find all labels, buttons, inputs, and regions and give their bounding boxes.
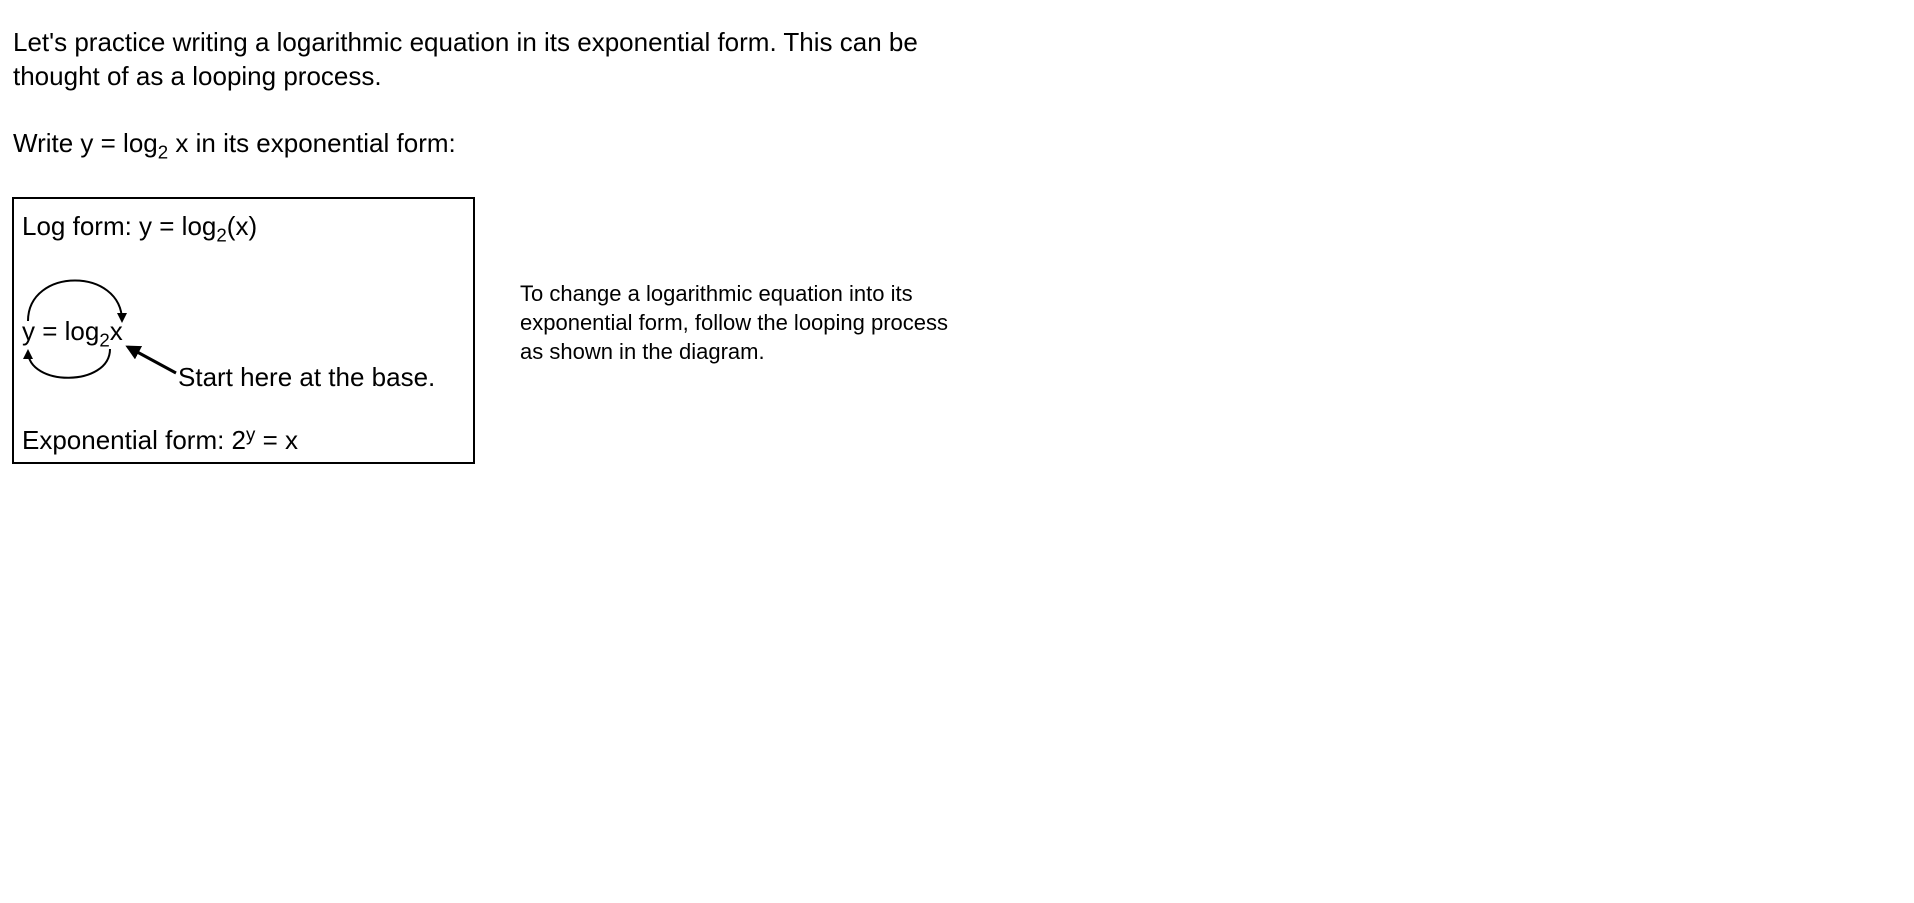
log-form-suffix: (x): [226, 211, 258, 241]
instruction-note: To change a logarithmic equation into it…: [520, 279, 1040, 366]
loop-equation-prefix: y = log: [22, 316, 100, 346]
loop-equation-suffix: x: [109, 316, 123, 346]
log-form-line: Log form: y = log2(x): [22, 211, 258, 244]
exp-form-suffix: = x: [255, 425, 299, 455]
log-to-exponential-diagram: Log form: y = log2(x) y = log2x Start he…: [12, 197, 475, 464]
log-form-base: 2: [216, 224, 227, 246]
intro-paragraph: Let's practice writing a logarithmic equ…: [13, 25, 918, 93]
upper-loop-arrow: [27, 279, 127, 323]
intro-line-1: Let's practice writing a logarithmic equ…: [13, 27, 918, 57]
exp-form-prefix: Exponential form: 2: [22, 425, 247, 455]
prompt-base: 2: [157, 141, 169, 163]
intro-line-2: thought of as a looping process.: [13, 61, 382, 91]
prompt-after: x in its exponential form:: [168, 128, 456, 158]
prompt-text: Write y = log2 x in its exponential form…: [13, 126, 456, 163]
loop-equation-base: 2: [99, 329, 110, 351]
exponential-form-line: Exponential form: 2y = x: [22, 425, 298, 455]
lower-loop-arrow: [23, 348, 111, 379]
note-line-2: exponential form, follow the looping pro…: [520, 310, 949, 335]
log-form-prefix: Log form: y = log: [22, 211, 217, 241]
note-line-3: as shown in the diagram.: [520, 339, 765, 364]
loop-equation: y = log2x: [22, 316, 123, 349]
exp-form-exponent: y: [246, 423, 256, 445]
base-pointer-arrow: [125, 345, 177, 375]
note-line-1: To change a logarithmic equation into it…: [520, 281, 913, 306]
prompt-before: Write y = log: [13, 128, 158, 158]
start-here-label: Start here at the base.: [178, 362, 436, 392]
